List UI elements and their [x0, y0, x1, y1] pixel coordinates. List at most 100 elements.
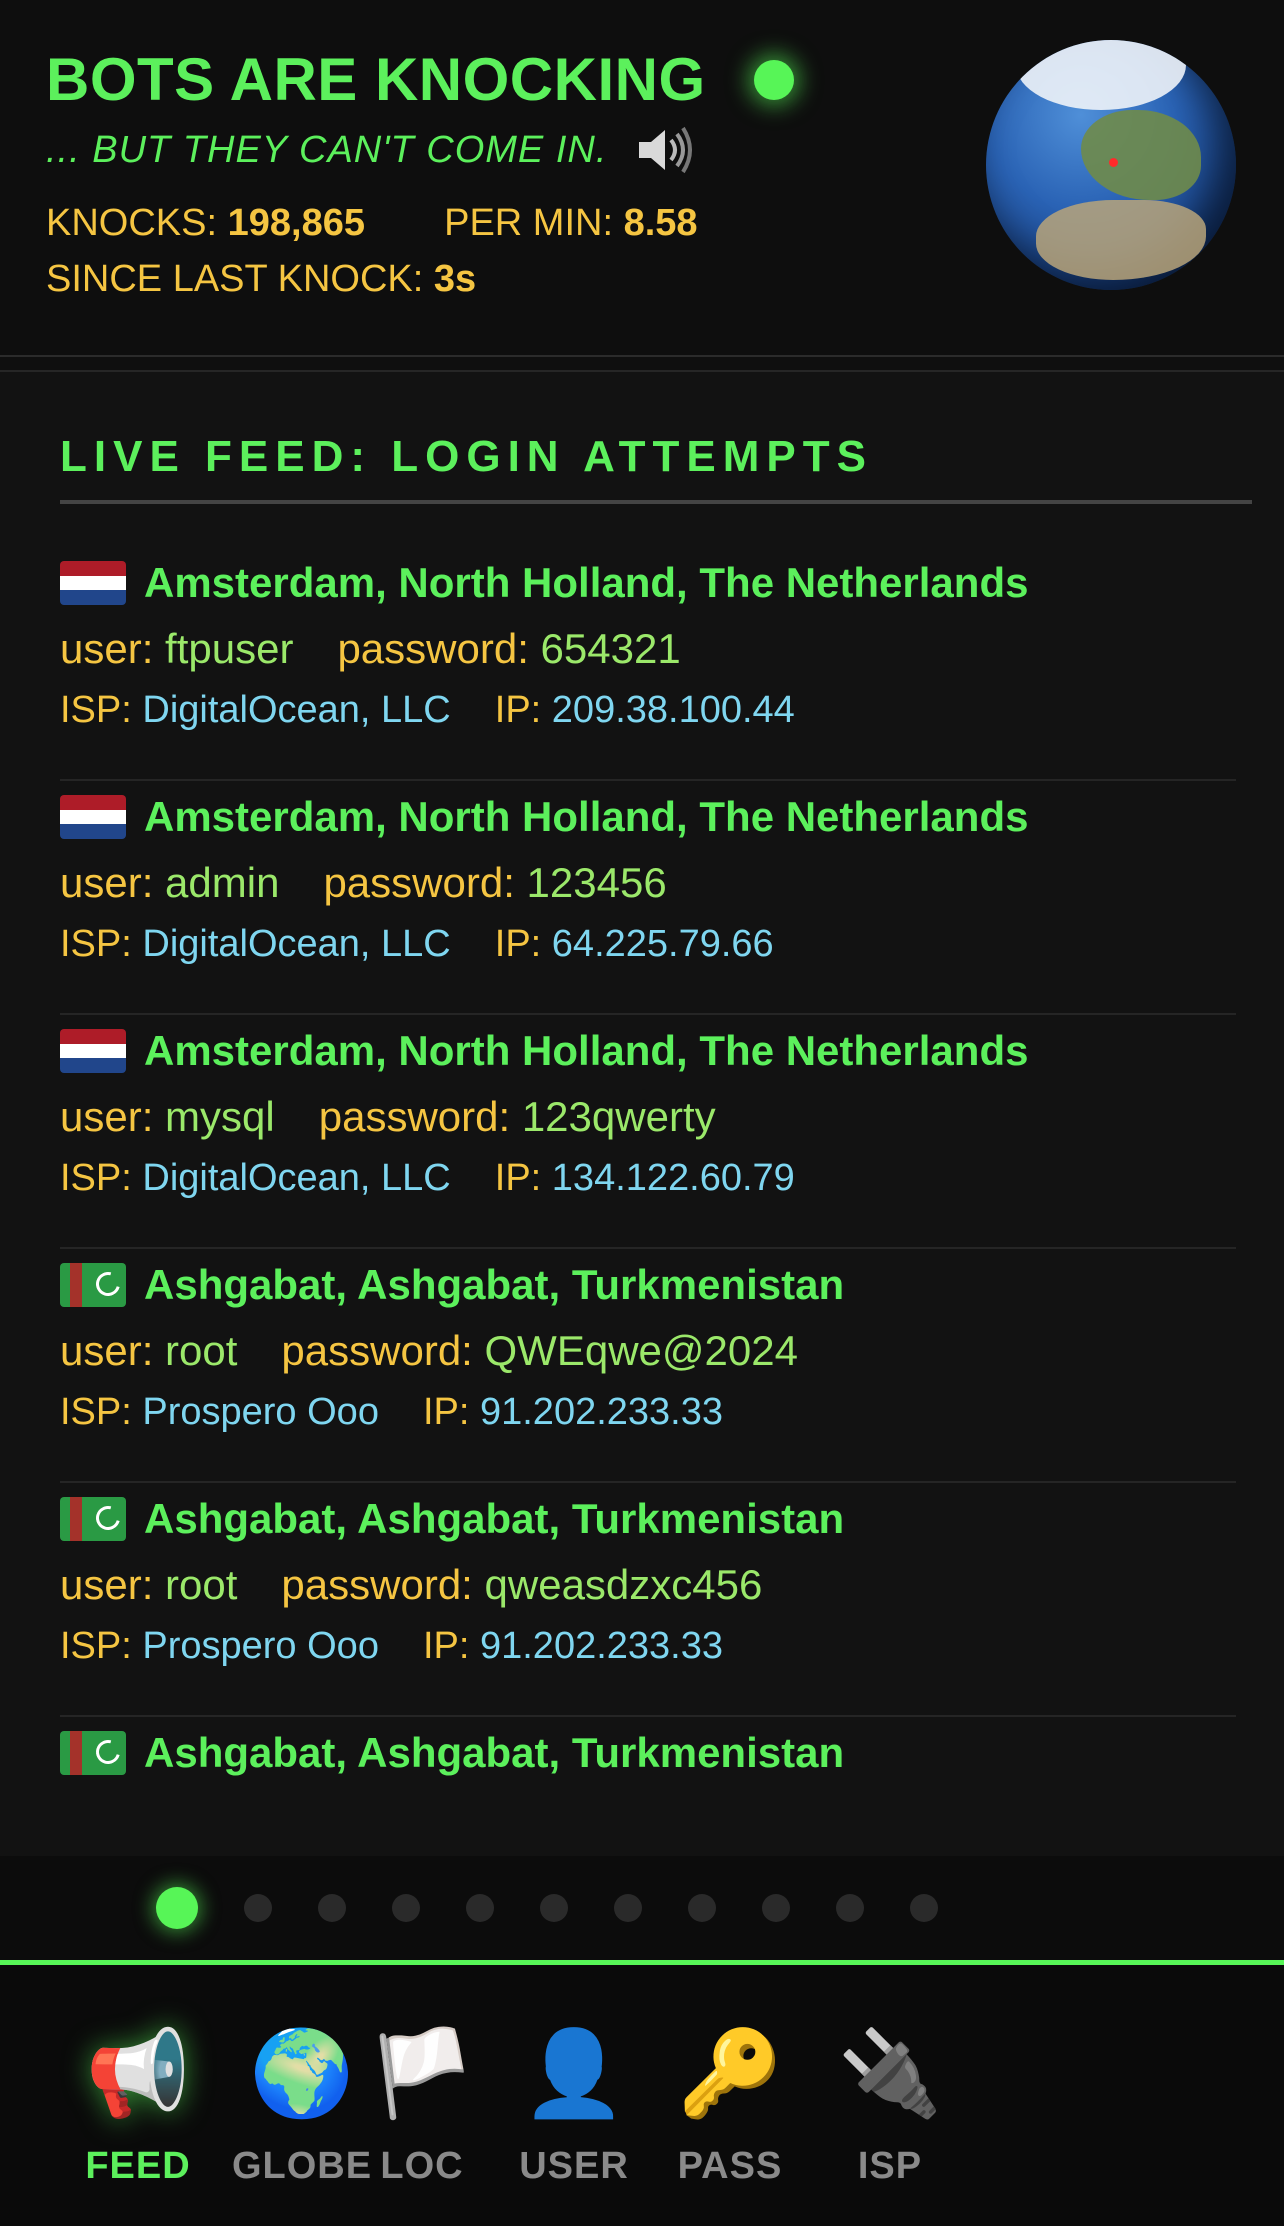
page-dot[interactable]	[466, 1894, 494, 1922]
live-feed-panel: LIVE FEED: LOGIN ATTEMPTS Amsterdam, Nor…	[0, 370, 1284, 1858]
attempt-username: mysql	[165, 1093, 275, 1140]
attempt-location: Ashgabat, Ashgabat, Turkmenistan	[144, 1729, 845, 1776]
ip-label: IP:	[494, 923, 542, 965]
feed-title: LIVE FEED: LOGIN ATTEMPTS	[60, 432, 873, 481]
subtitle-row: ... BUT THEY CAN'T COME IN.	[46, 122, 697, 178]
attempt-ip: 134.122.60.79	[551, 1157, 795, 1199]
page-dot[interactable]	[688, 1894, 716, 1922]
page-dot[interactable]	[318, 1894, 346, 1922]
attempt-isp: DigitalOcean, LLC	[142, 923, 451, 965]
user-label: user:	[60, 1561, 154, 1608]
tab-label: PASS	[677, 2145, 783, 2187]
attempt-password: QWEqwe@2024	[484, 1327, 798, 1374]
ip-label: IP:	[422, 1625, 470, 1667]
password-label: password:	[281, 1561, 473, 1608]
attempt-username: admin	[165, 859, 280, 906]
attempt-location: Amsterdam, North Holland, The Netherland…	[144, 559, 1029, 606]
tab-pass[interactable]: 🔑 PASS	[640, 2023, 820, 2188]
password-label: password:	[281, 1327, 473, 1374]
title-row: BOTS ARE KNOCKING	[46, 44, 794, 116]
ip-label: IP:	[422, 1391, 470, 1433]
list-item[interactable]: Ashgabat, Ashgabat, Turkmenistan user: ro…	[60, 1249, 1236, 1483]
attempt-ip: 91.202.233.33	[479, 1391, 723, 1433]
megaphone-icon: 📢	[85, 2026, 191, 2120]
password-label: password:	[323, 859, 515, 906]
list-item[interactable]: Amsterdam, North Holland, The Netherland…	[60, 781, 1236, 1015]
page-subtitle: ... BUT THEY CAN'T COME IN.	[46, 128, 608, 171]
attempt-location: Ashgabat, Ashgabat, Turkmenistan	[144, 1495, 845, 1542]
feed-list: Amsterdam, North Holland, The Netherland…	[60, 547, 1236, 1856]
live-status-indicator	[753, 60, 794, 100]
page-dots	[133, 1887, 961, 1929]
attempt-ip: 64.225.79.66	[551, 923, 774, 965]
turkmenistan-flag-icon	[60, 1497, 126, 1541]
since-last-row: SINCE LAST KNOCK: 3s	[46, 258, 476, 301]
header: BOTS ARE KNOCKING ... BUT THEY CAN'T COM…	[0, 0, 1284, 357]
turkmenistan-flag-icon	[60, 1731, 126, 1775]
attempt-username: root	[165, 1327, 238, 1374]
isp-label: ISP:	[60, 689, 132, 731]
attempt-password: 123456	[526, 859, 667, 906]
location-pin-icon	[1109, 158, 1118, 167]
per-min-value: 8.58	[623, 202, 698, 244]
speaker-icon[interactable]	[633, 122, 697, 178]
since-last-label: SINCE LAST KNOCK:	[46, 258, 424, 300]
isp-label: ISP:	[60, 1625, 132, 1667]
tab-isp[interactable]: 🔌 ISP	[800, 2023, 980, 2188]
attempt-ip: 91.202.233.33	[479, 1625, 723, 1667]
ip-label: IP:	[494, 689, 542, 731]
page-dot[interactable]	[540, 1894, 568, 1922]
tab-bar: 📢 FEED 🌍 GLOBE 🏳️ LOC 👤 USER 🔑 PASS 🔌 ISP	[0, 1960, 1284, 2226]
stats-row: KNOCKS: 198,865 PER MIN: 8.58	[46, 202, 698, 245]
netherlands-flag-icon	[60, 561, 126, 605]
page-dot[interactable]	[614, 1894, 642, 1922]
user-label: user:	[60, 1327, 154, 1374]
netherlands-flag-icon	[60, 795, 126, 839]
list-item[interactable]: Amsterdam, North Holland, The Netherland…	[60, 1015, 1236, 1249]
page-indicator	[0, 1856, 1284, 1960]
attempt-password: 123qwerty	[521, 1093, 716, 1140]
knocks-label: KNOCKS:	[46, 202, 218, 244]
globe-image[interactable]	[986, 40, 1236, 290]
tab-feed[interactable]: 📢 FEED	[48, 2023, 228, 2188]
page-dot[interactable]	[910, 1894, 938, 1922]
isp-label: ISP:	[60, 1157, 132, 1199]
knocks-value: 198,865	[227, 202, 365, 244]
tab-label: FEED	[85, 2145, 191, 2187]
tab-user[interactable]: 👤 USER	[484, 2023, 664, 2188]
list-item[interactable]: Amsterdam, North Holland, The Netherland…	[60, 547, 1236, 781]
list-item[interactable]: Ashgabat, Ashgabat, Turkmenistan user: ro…	[60, 1483, 1236, 1717]
plug-icon: 🔌	[837, 2026, 943, 2120]
page-title: BOTS ARE KNOCKING	[46, 46, 706, 113]
attempt-isp: Prospero Ooo	[142, 1391, 379, 1433]
attempt-location: Amsterdam, North Holland, The Netherland…	[144, 793, 1029, 840]
attempt-location: Amsterdam, North Holland, The Netherland…	[144, 1027, 1029, 1074]
user-label: user:	[60, 625, 154, 672]
attempt-location: Ashgabat, Ashgabat, Turkmenistan	[144, 1261, 845, 1308]
page-dot[interactable]	[156, 1887, 198, 1929]
attempt-password: qweasdzxc456	[484, 1561, 763, 1608]
page-dot[interactable]	[836, 1894, 864, 1922]
attempt-isp: Prospero Ooo	[142, 1625, 379, 1667]
tab-label: USER	[519, 2145, 629, 2187]
tab-label: ISP	[857, 2145, 923, 2187]
attempt-username: ftpuser	[165, 625, 294, 672]
list-item[interactable]: Ashgabat, Ashgabat, Turkmenistan	[60, 1717, 1236, 1856]
isp-label: ISP:	[60, 923, 132, 965]
key-icon: 🔑	[677, 2026, 783, 2120]
user-label: user:	[60, 859, 154, 906]
attempt-isp: DigitalOcean, LLC	[142, 689, 451, 731]
page-dot[interactable]	[392, 1894, 420, 1922]
feed-divider	[60, 500, 1252, 504]
since-last-value: 3s	[433, 258, 477, 300]
user-silhouette-icon: 👤	[521, 2026, 627, 2120]
attempt-isp: DigitalOcean, LLC	[142, 1157, 451, 1199]
turkmenistan-flag-icon	[60, 1263, 126, 1307]
user-label: user:	[60, 1093, 154, 1140]
attempt-password: 654321	[540, 625, 681, 672]
isp-label: ISP:	[60, 1391, 132, 1433]
password-label: password:	[318, 1093, 511, 1140]
page-dot[interactable]	[244, 1894, 272, 1922]
netherlands-flag-icon	[60, 1029, 126, 1073]
page-dot[interactable]	[762, 1894, 790, 1922]
